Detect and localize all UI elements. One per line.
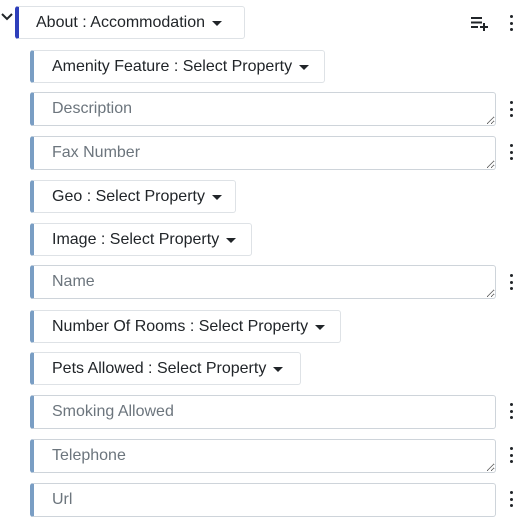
image-label: Image : Select Property: [52, 230, 220, 248]
telephone-more-menu-icon[interactable]: [508, 447, 514, 463]
name-more-menu-icon[interactable]: [508, 274, 514, 290]
url-more-menu-icon[interactable]: [508, 491, 514, 507]
smoking-allowed-field[interactable]: [30, 395, 496, 429]
playlist-add-icon[interactable]: [470, 13, 490, 33]
telephone-field[interactable]: [30, 439, 496, 473]
caret-down-icon: [226, 238, 237, 243]
root-type-label: About : Accommodation: [36, 13, 205, 31]
number-of-rooms-dropdown[interactable]: Number Of Rooms : Select Property: [30, 310, 341, 343]
description-more-menu-icon[interactable]: [508, 101, 514, 117]
geo-label: Geo : Select Property: [52, 187, 205, 205]
caret-down-icon: [211, 195, 222, 200]
caret-down-icon: [273, 367, 284, 372]
fax-number-more-menu-icon[interactable]: [508, 144, 514, 160]
image-dropdown[interactable]: Image : Select Property: [30, 223, 252, 256]
url-field[interactable]: [30, 483, 496, 517]
fax-number-field[interactable]: [30, 136, 496, 170]
geo-dropdown[interactable]: Geo : Select Property: [30, 180, 236, 213]
pets-allowed-dropdown[interactable]: Pets Allowed : Select Property: [30, 352, 301, 385]
chevron-down-icon[interactable]: [0, 10, 14, 24]
amenity-feature-label: Amenity Feature : Select Property: [52, 57, 293, 75]
pets-allowed-label: Pets Allowed : Select Property: [52, 359, 267, 377]
caret-down-icon: [211, 21, 222, 26]
number-of-rooms-label: Number Of Rooms : Select Property: [52, 317, 309, 335]
root-more-menu-icon[interactable]: [508, 15, 514, 31]
smoking-allowed-more-menu-icon[interactable]: [508, 403, 514, 419]
amenity-feature-dropdown[interactable]: Amenity Feature : Select Property: [30, 50, 325, 83]
root-type-dropdown[interactable]: About : Accommodation: [15, 6, 245, 39]
description-field[interactable]: [30, 92, 496, 126]
caret-down-icon: [299, 65, 310, 70]
caret-down-icon: [315, 325, 326, 330]
name-field[interactable]: [30, 265, 496, 299]
